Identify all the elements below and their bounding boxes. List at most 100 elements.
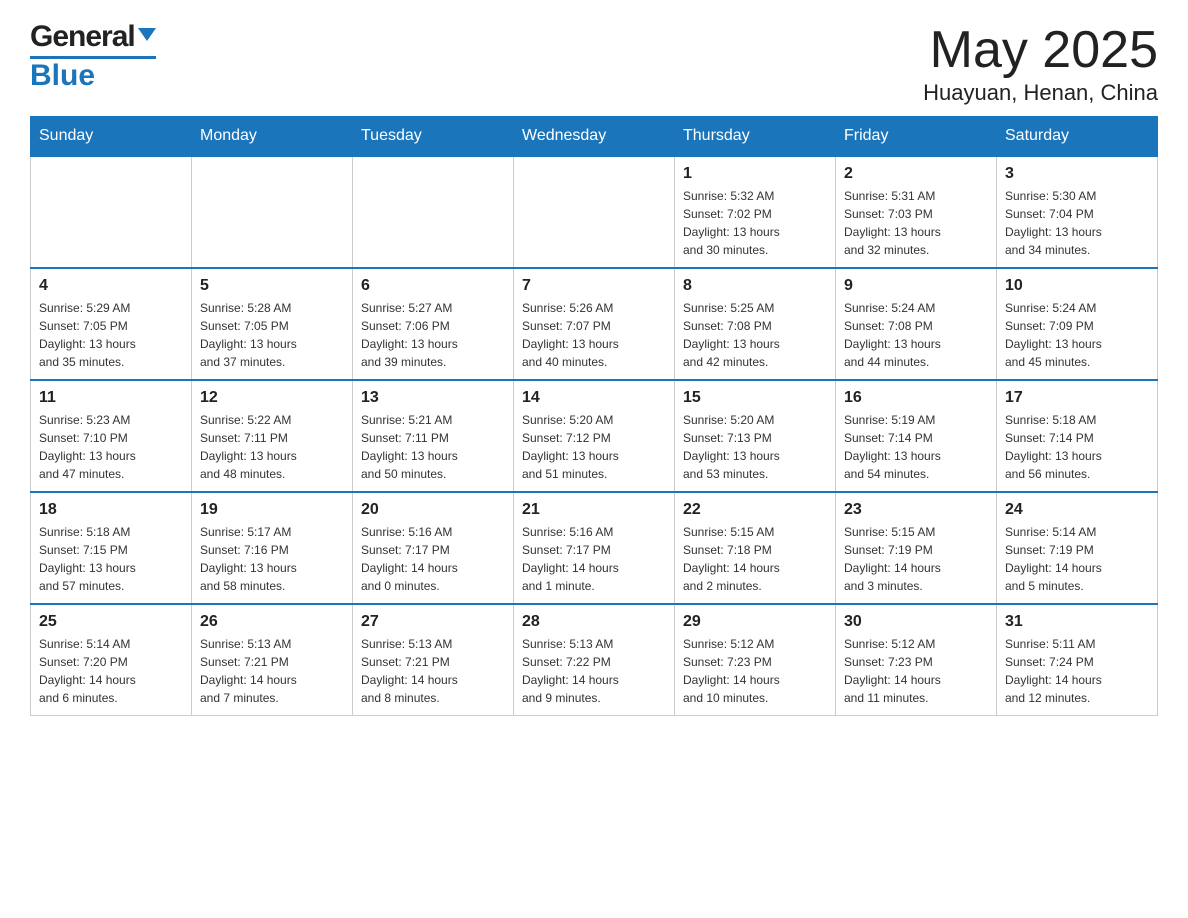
day-number: 17 (1005, 389, 1149, 407)
calendar-cell: 31Sunrise: 5:11 AM Sunset: 7:24 PM Dayli… (997, 604, 1158, 716)
calendar-week-5: 25Sunrise: 5:14 AM Sunset: 7:20 PM Dayli… (31, 604, 1158, 716)
day-number: 8 (683, 277, 827, 295)
day-info: Sunrise: 5:16 AM Sunset: 7:17 PM Dayligh… (522, 523, 666, 595)
weekday-header-row: SundayMondayTuesdayWednesdayThursdayFrid… (31, 117, 1158, 157)
day-info: Sunrise: 5:27 AM Sunset: 7:06 PM Dayligh… (361, 299, 505, 371)
day-info: Sunrise: 5:17 AM Sunset: 7:16 PM Dayligh… (200, 523, 344, 595)
weekday-header-tuesday: Tuesday (353, 117, 514, 157)
calendar-cell: 29 Sunrise: 5:12 AM Sunset: 7:23 PM Dayli… (675, 604, 836, 716)
day-info: Sunrise: 5:28 AM Sunset: 7:05 PM Dayligh… (200, 299, 344, 371)
day-info: Sunrise: 5:15 AM Sunset: 7:18 PM Dayligh… (683, 523, 827, 595)
day-info: Sunrise: 5:29 AM Sunset: 7:05 PM Dayligh… (39, 299, 183, 371)
calendar-cell: 19Sunrise: 5:17 AM Sunset: 7:16 PM Dayli… (192, 492, 353, 604)
title-block: May 2025 Huayuan, Henan, China (923, 20, 1158, 106)
day-number: 7 (522, 277, 666, 295)
day-number: 1 (683, 165, 827, 183)
day-info: Sunrise: 5:32 AM Sunset: 7:02 PM Dayligh… (683, 187, 827, 259)
weekday-header-friday: Friday (836, 117, 997, 157)
day-info: Sunrise: 5:20 AM Sunset: 7:13 PM Dayligh… (683, 411, 827, 483)
calendar-week-2: 4 Sunrise: 5:29 AM Sunset: 7:05 PM Daylig… (31, 268, 1158, 380)
calendar-cell: 28 Sunrise: 5:13 AM Sunset: 7:22 PM Dayli… (514, 604, 675, 716)
calendar-cell: 18 Sunrise: 5:18 AM Sunset: 7:15 PM Dayli… (31, 492, 192, 604)
calendar-cell: 15 Sunrise: 5:20 AM Sunset: 7:13 PM Dayli… (675, 380, 836, 492)
day-number: 12 (200, 389, 344, 407)
day-number: 23 (844, 501, 988, 519)
day-number: 11 (39, 389, 183, 407)
day-info: Sunrise: 5:18 AM Sunset: 7:14 PM Dayligh… (1005, 411, 1149, 483)
calendar-cell: 11 Sunrise: 5:23 AM Sunset: 7:10 PM Dayli… (31, 380, 192, 492)
day-number: 14 (522, 389, 666, 407)
day-number: 31 (1005, 613, 1149, 631)
calendar-subtitle: Huayuan, Henan, China (923, 80, 1158, 106)
day-number: 13 (361, 389, 505, 407)
day-info: Sunrise: 5:12 AM Sunset: 7:23 PM Dayligh… (683, 635, 827, 707)
logo-blue-text: Blue (30, 59, 95, 93)
day-info: Sunrise: 5:22 AM Sunset: 7:11 PM Dayligh… (200, 411, 344, 483)
calendar-cell: 3Sunrise: 5:30 AM Sunset: 7:04 PM Daylig… (997, 156, 1158, 268)
day-number: 27 (361, 613, 505, 631)
calendar-cell (31, 156, 192, 268)
calendar-cell: 4 Sunrise: 5:29 AM Sunset: 7:05 PM Daylig… (31, 268, 192, 380)
calendar-cell: 6Sunrise: 5:27 AM Sunset: 7:06 PM Daylig… (353, 268, 514, 380)
day-number: 28 (522, 613, 666, 631)
day-number: 26 (200, 613, 344, 631)
day-info: Sunrise: 5:14 AM Sunset: 7:19 PM Dayligh… (1005, 523, 1149, 595)
day-info: Sunrise: 5:20 AM Sunset: 7:12 PM Dayligh… (522, 411, 666, 483)
weekday-header-monday: Monday (192, 117, 353, 157)
weekday-header-thursday: Thursday (675, 117, 836, 157)
calendar-cell: 22 Sunrise: 5:15 AM Sunset: 7:18 PM Dayli… (675, 492, 836, 604)
calendar-week-4: 18 Sunrise: 5:18 AM Sunset: 7:15 PM Dayli… (31, 492, 1158, 604)
logo: General Blue (30, 20, 156, 93)
day-number: 25 (39, 613, 183, 631)
day-info: Sunrise: 5:13 AM Sunset: 7:21 PM Dayligh… (361, 635, 505, 707)
calendar-cell: 23 Sunrise: 5:15 AM Sunset: 7:19 PM Dayli… (836, 492, 997, 604)
day-number: 2 (844, 165, 988, 183)
day-number: 20 (361, 501, 505, 519)
day-number: 15 (683, 389, 827, 407)
day-info: Sunrise: 5:12 AM Sunset: 7:23 PM Dayligh… (844, 635, 988, 707)
calendar-cell: 30Sunrise: 5:12 AM Sunset: 7:23 PM Dayli… (836, 604, 997, 716)
calendar-cell: 2Sunrise: 5:31 AM Sunset: 7:03 PM Daylig… (836, 156, 997, 268)
calendar-cell: 21 Sunrise: 5:16 AM Sunset: 7:17 PM Dayli… (514, 492, 675, 604)
calendar-cell: 5 Sunrise: 5:28 AM Sunset: 7:05 PM Daylig… (192, 268, 353, 380)
logo-general-text: General (30, 20, 135, 54)
day-number: 29 (683, 613, 827, 631)
calendar-week-1: 1 Sunrise: 5:32 AM Sunset: 7:02 PM Daylig… (31, 156, 1158, 268)
calendar-cell: 26 Sunrise: 5:13 AM Sunset: 7:21 PM Dayli… (192, 604, 353, 716)
page-header: General Blue May 2025 Huayuan, Henan, Ch… (30, 20, 1158, 106)
day-number: 5 (200, 277, 344, 295)
weekday-header-saturday: Saturday (997, 117, 1158, 157)
calendar-cell: 8Sunrise: 5:25 AM Sunset: 7:08 PM Daylig… (675, 268, 836, 380)
calendar-cell: 9 Sunrise: 5:24 AM Sunset: 7:08 PM Daylig… (836, 268, 997, 380)
day-info: Sunrise: 5:21 AM Sunset: 7:11 PM Dayligh… (361, 411, 505, 483)
calendar-cell: 27 Sunrise: 5:13 AM Sunset: 7:21 PM Dayli… (353, 604, 514, 716)
calendar-cell (514, 156, 675, 268)
calendar-body: 1 Sunrise: 5:32 AM Sunset: 7:02 PM Daylig… (31, 156, 1158, 716)
calendar-cell: 16Sunrise: 5:19 AM Sunset: 7:14 PM Dayli… (836, 380, 997, 492)
day-info: Sunrise: 5:26 AM Sunset: 7:07 PM Dayligh… (522, 299, 666, 371)
day-number: 22 (683, 501, 827, 519)
day-info: Sunrise: 5:13 AM Sunset: 7:21 PM Dayligh… (200, 635, 344, 707)
calendar-cell: 10Sunrise: 5:24 AM Sunset: 7:09 PM Dayli… (997, 268, 1158, 380)
day-info: Sunrise: 5:24 AM Sunset: 7:08 PM Dayligh… (844, 299, 988, 371)
day-info: Sunrise: 5:30 AM Sunset: 7:04 PM Dayligh… (1005, 187, 1149, 259)
calendar-cell (353, 156, 514, 268)
day-info: Sunrise: 5:13 AM Sunset: 7:22 PM Dayligh… (522, 635, 666, 707)
calendar-cell: 1 Sunrise: 5:32 AM Sunset: 7:02 PM Daylig… (675, 156, 836, 268)
day-number: 4 (39, 277, 183, 295)
calendar-title: May 2025 (923, 20, 1158, 80)
day-info: Sunrise: 5:18 AM Sunset: 7:15 PM Dayligh… (39, 523, 183, 595)
day-info: Sunrise: 5:23 AM Sunset: 7:10 PM Dayligh… (39, 411, 183, 483)
calendar-cell: 24Sunrise: 5:14 AM Sunset: 7:19 PM Dayli… (997, 492, 1158, 604)
calendar-cell: 17 Sunrise: 5:18 AM Sunset: 7:14 PM Dayli… (997, 380, 1158, 492)
day-number: 9 (844, 277, 988, 295)
calendar-cell: 12 Sunrise: 5:22 AM Sunset: 7:11 PM Dayli… (192, 380, 353, 492)
calendar-table: SundayMondayTuesdayWednesdayThursdayFrid… (30, 116, 1158, 716)
day-number: 18 (39, 501, 183, 519)
day-info: Sunrise: 5:15 AM Sunset: 7:19 PM Dayligh… (844, 523, 988, 595)
calendar-cell: 7 Sunrise: 5:26 AM Sunset: 7:07 PM Daylig… (514, 268, 675, 380)
calendar-cell (192, 156, 353, 268)
weekday-header-sunday: Sunday (31, 117, 192, 157)
day-number: 16 (844, 389, 988, 407)
day-number: 21 (522, 501, 666, 519)
